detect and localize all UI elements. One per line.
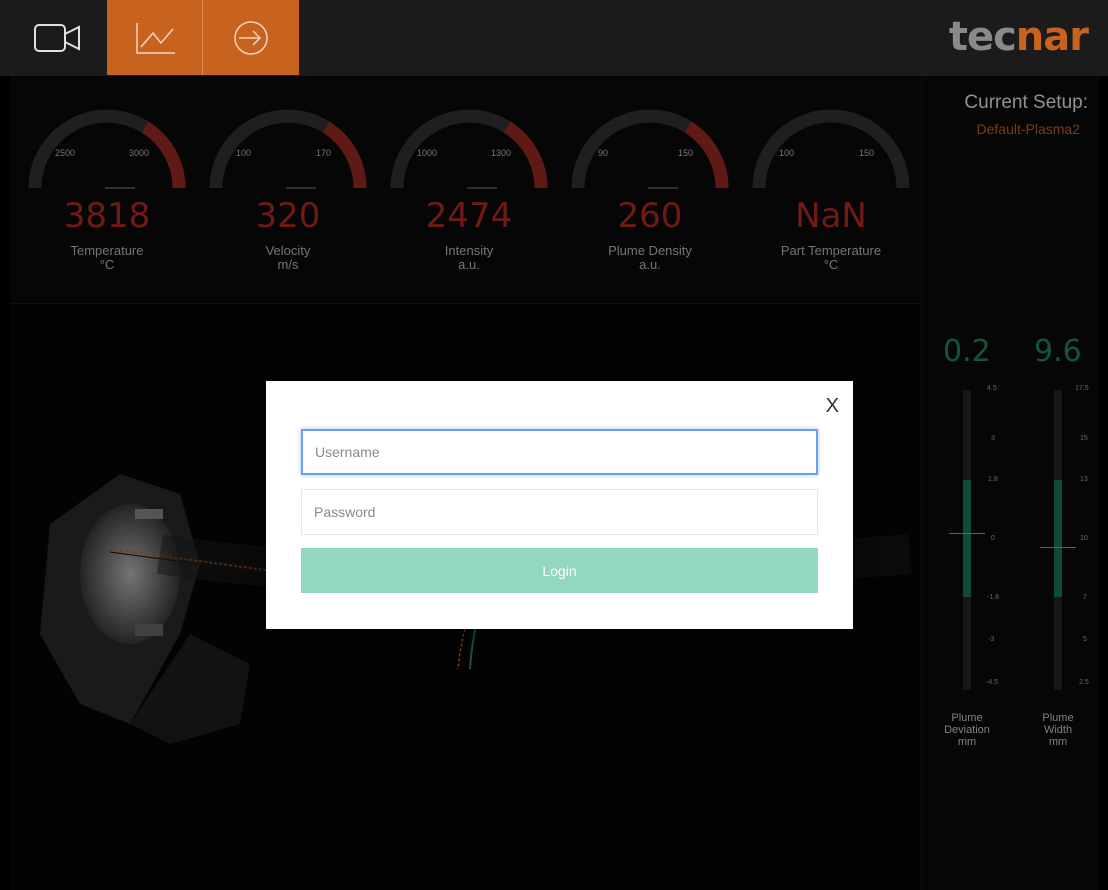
- camera-view-button[interactable]: [10, 0, 106, 75]
- username-input[interactable]: [301, 429, 818, 475]
- tecnar-logo: tecnar: [948, 14, 1089, 60]
- logo-part-1: tec: [948, 14, 1017, 60]
- login-view-button[interactable]: [203, 0, 299, 75]
- chart-view-button[interactable]: [107, 0, 203, 75]
- login-button[interactable]: Login: [301, 548, 818, 593]
- line-chart-icon: [135, 22, 175, 54]
- sign-in-icon: [234, 20, 268, 55]
- video-camera-icon: [34, 23, 80, 52]
- logo-part-2: nar: [1015, 14, 1089, 60]
- login-dialog: X Login: [266, 381, 853, 629]
- password-input[interactable]: [301, 489, 818, 535]
- close-button[interactable]: X: [826, 395, 839, 418]
